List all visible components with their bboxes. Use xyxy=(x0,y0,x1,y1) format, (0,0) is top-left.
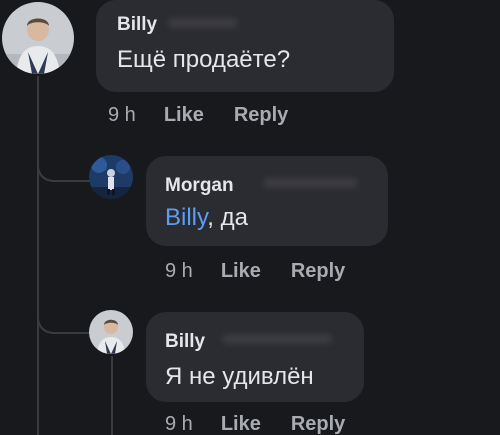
reply-button[interactable]: Reply xyxy=(234,104,288,127)
avatar-morgan[interactable] xyxy=(89,155,133,199)
comment-text: Ещё продаёте? xyxy=(117,46,291,73)
person-avatar-icon xyxy=(2,2,74,74)
comment-thread: Billy Ещё продаёте? 9 h Like Reply Morga… xyxy=(0,0,500,435)
blurred-redaction xyxy=(168,18,238,28)
comment-text: Я не удивлён xyxy=(165,363,314,390)
comment-text-remainder: , да xyxy=(207,204,248,231)
thread-connector-reply-2 xyxy=(37,300,91,334)
comment-text: Billy, да xyxy=(165,204,248,232)
thread-line-main xyxy=(37,76,39,435)
comment-actions: 9 h Like Reply xyxy=(165,260,375,283)
person-avatar-icon xyxy=(89,310,133,354)
thread-connector-reply-1 xyxy=(37,150,91,182)
like-button[interactable]: Like xyxy=(221,260,261,283)
comment-timestamp[interactable]: 9 h xyxy=(108,104,136,127)
avatar-billy[interactable] xyxy=(2,2,74,74)
mention-link[interactable]: Billy xyxy=(165,204,207,231)
comment-author[interactable]: Morgan xyxy=(165,175,234,197)
blurred-redaction xyxy=(263,178,358,188)
thread-line-reply-2 xyxy=(111,356,113,435)
reply-button[interactable]: Reply xyxy=(291,260,345,283)
comment-actions: 9 h Like Reply xyxy=(165,413,375,435)
like-button[interactable]: Like xyxy=(221,413,261,435)
comment-actions: 9 h Like Reply xyxy=(108,104,318,127)
blurred-redaction xyxy=(222,334,332,344)
avatar-billy[interactable] xyxy=(89,310,133,354)
reply-button[interactable]: Reply xyxy=(291,413,345,435)
comment-author[interactable]: Billy xyxy=(117,14,157,36)
comment-timestamp[interactable]: 9 h xyxy=(165,260,193,283)
comment-timestamp[interactable]: 9 h xyxy=(165,413,193,435)
comment-bubble xyxy=(146,156,388,246)
person-avatar-icon xyxy=(89,155,133,199)
comment-author[interactable]: Billy xyxy=(165,331,205,353)
like-button[interactable]: Like xyxy=(164,104,204,127)
